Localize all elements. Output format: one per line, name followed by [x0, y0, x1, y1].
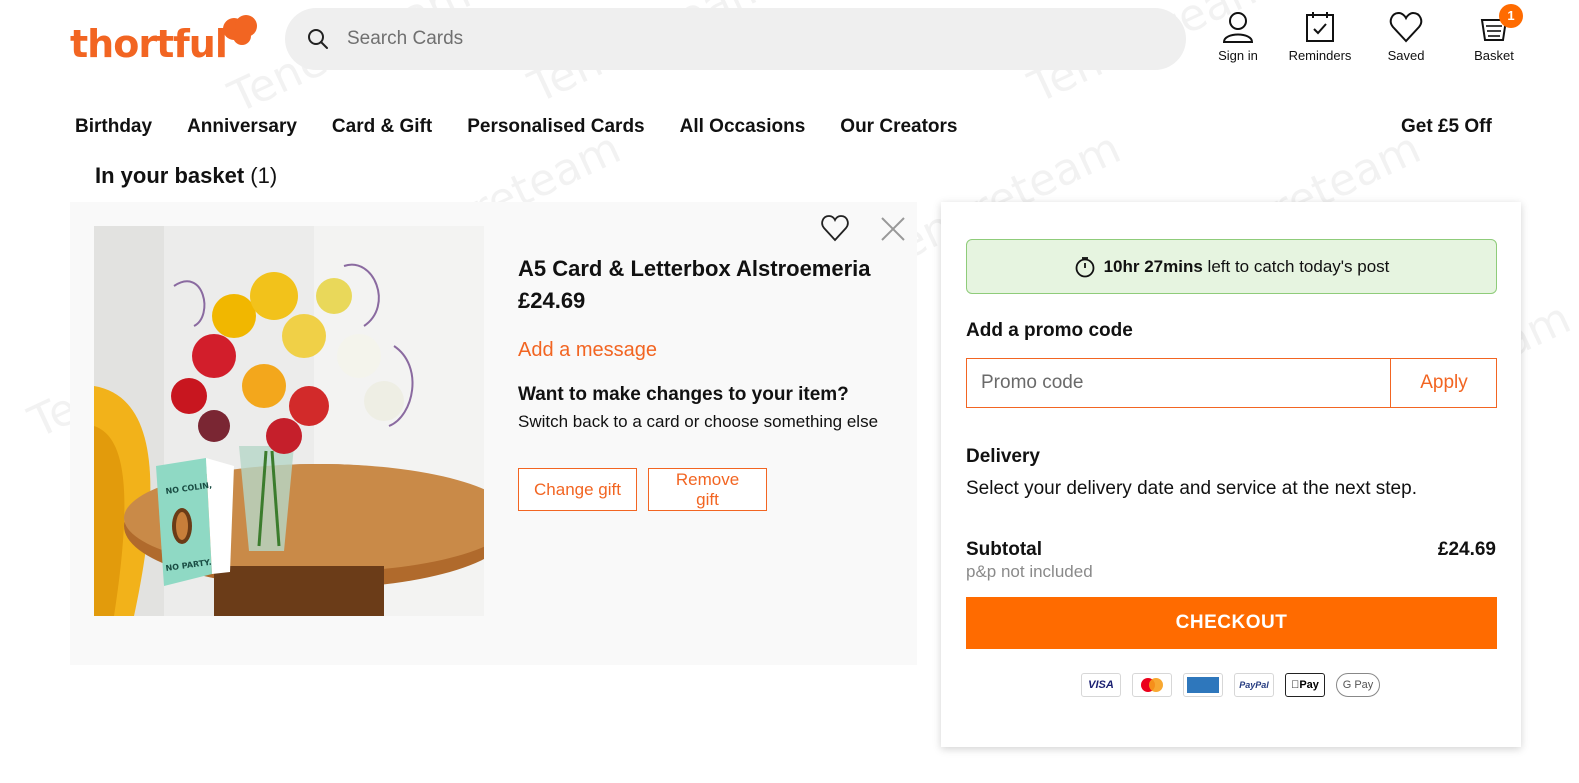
item-price: £24.69: [518, 288, 586, 313]
reminders-label: Reminders: [1288, 48, 1352, 63]
post-deadline-text: left to catch today's post: [1207, 256, 1390, 276]
stopwatch-icon: [1075, 256, 1094, 277]
nav-item-anniversary[interactable]: Anniversary: [187, 116, 297, 144]
subtotal-label: Subtotal: [966, 539, 1042, 560]
payment-methods: VISA PayPal Pay G Pay: [1081, 673, 1380, 697]
add-message-link[interactable]: Add a message: [518, 339, 657, 362]
saved-label: Saved: [1387, 48, 1425, 63]
basket-label: Basket: [1474, 48, 1514, 63]
save-item-heart-icon[interactable]: [820, 214, 850, 242]
changes-heading: Want to make changes to your item?: [518, 384, 849, 405]
basket-item-count: (1): [250, 163, 278, 188]
nav-item-our-creators[interactable]: Our Creators: [840, 116, 957, 144]
logo-bubble-icon: [223, 15, 257, 45]
delivery-text: Select your delivery date and service at…: [966, 478, 1417, 499]
post-time-remaining: 10hr 27mins: [1103, 256, 1203, 276]
get-5-off-link[interactable]: Get £5 Off: [1401, 116, 1492, 138]
nav-item-birthday[interactable]: Birthday: [75, 116, 152, 144]
search-icon[interactable]: [307, 28, 329, 50]
category-nav: Birthday Anniversary Card & Gift Persona…: [75, 116, 958, 144]
apply-promo-button[interactable]: Apply: [1392, 359, 1496, 407]
postage-note: p&p not included: [966, 562, 1093, 581]
changes-text: Switch back to a card or choose somethin…: [518, 412, 879, 431]
basket-button[interactable]: 1 Basket: [1454, 4, 1534, 70]
thortful-logo[interactable]: thortful: [70, 14, 270, 70]
basket-item-card: NO COLIN, NO PARTY. A5 Card & Letterbox …: [70, 202, 917, 665]
site-header: thortful Sign in Reminders: [0, 0, 1579, 90]
promo-code-input[interactable]: [967, 359, 1391, 407]
mastercard-icon: [1132, 673, 1172, 697]
subtotal-value: £24.69: [1437, 539, 1496, 560]
basket-heading: In your basket (1): [95, 163, 277, 189]
product-image[interactable]: NO COLIN, NO PARTY.: [94, 226, 484, 616]
close-icon[interactable]: [880, 216, 906, 242]
sign-in-button[interactable]: Sign in: [1198, 10, 1278, 70]
nav-item-all-occasions[interactable]: All Occasions: [680, 116, 806, 144]
promo-heading: Add a promo code: [966, 320, 1133, 341]
visa-icon: VISA: [1081, 673, 1121, 697]
order-summary-panel: 10hr 27mins left to catch today's post A…: [941, 202, 1521, 747]
user-icon: [1222, 12, 1254, 43]
nav-item-personalised-cards[interactable]: Personalised Cards: [467, 116, 644, 144]
search-bar: [285, 8, 1186, 70]
apple-pay-text: Pay: [1295, 679, 1319, 691]
amex-icon: [1183, 673, 1223, 697]
saved-button[interactable]: Saved: [1366, 10, 1446, 70]
basket-count-badge: 1: [1499, 4, 1523, 28]
remove-gift-button[interactable]: Remove gift: [648, 468, 767, 511]
checkout-button[interactable]: CHECKOUT: [966, 597, 1497, 649]
search-input[interactable]: [347, 8, 1147, 70]
apple-pay-icon: Pay: [1285, 673, 1325, 697]
item-title[interactable]: A5 Card & Letterbox Alstroemeria: [518, 256, 871, 282]
change-gift-button[interactable]: Change gift: [518, 468, 637, 511]
sign-in-label: Sign in: [1218, 48, 1258, 63]
promo-code-form: Apply: [966, 358, 1497, 408]
reminders-button[interactable]: Reminders: [1280, 10, 1360, 70]
logo-text: thortful: [70, 22, 228, 66]
paypal-icon: PayPal: [1234, 673, 1274, 697]
basket-heading-text: In your basket: [95, 163, 245, 188]
delivery-heading: Delivery: [966, 446, 1040, 467]
heart-icon: [1389, 11, 1423, 43]
google-pay-icon: G Pay: [1336, 673, 1380, 697]
nav-item-card-and-gift[interactable]: Card & Gift: [332, 116, 432, 144]
post-deadline-banner: 10hr 27mins left to catch today's post: [966, 239, 1497, 294]
calendar-check-icon: [1306, 12, 1334, 42]
